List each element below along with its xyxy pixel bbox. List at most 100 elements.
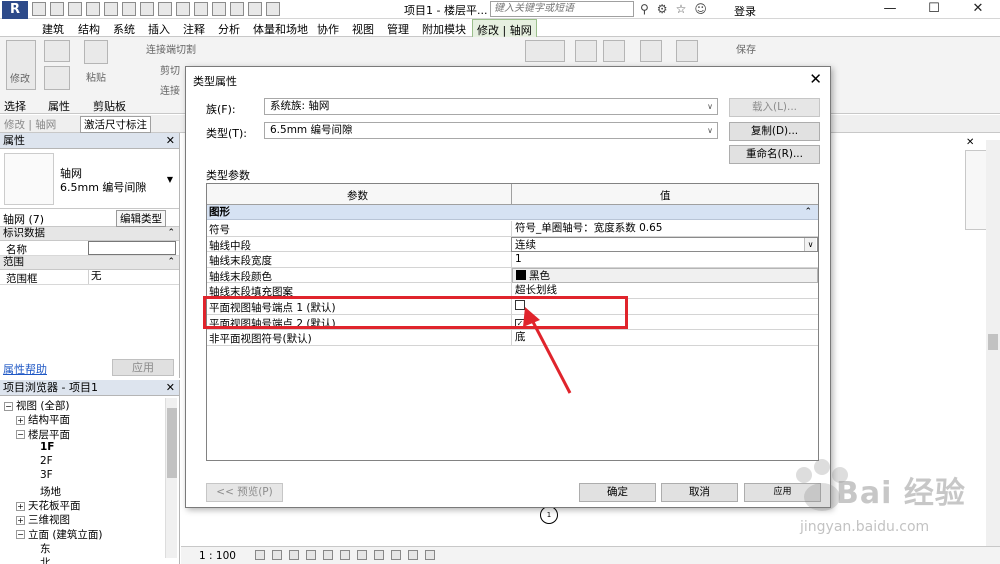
browser-item[interactable]: − 楼层平面 xyxy=(0,427,179,441)
name-input[interactable] xyxy=(88,241,176,255)
view-scale[interactable]: 1 : 100 xyxy=(199,550,236,562)
canvas-scrollbar[interactable] xyxy=(986,140,1000,550)
minimize-button[interactable]: — xyxy=(868,0,912,19)
apply-button[interactable]: 应用 xyxy=(112,359,174,376)
browser-item[interactable]: − 立面 (建筑立面) xyxy=(0,527,179,541)
expand-icon[interactable]: + xyxy=(16,501,25,511)
close-icon[interactable]: ✕ xyxy=(809,70,822,88)
chevron-down-icon[interactable]: ∨ xyxy=(707,123,713,138)
tab-insert[interactable]: 插入 xyxy=(148,21,170,37)
collapse-icon[interactable]: ⌃ xyxy=(167,227,175,240)
color-button[interactable]: 黑色 xyxy=(512,267,818,283)
shadows-icon[interactable] xyxy=(306,550,316,560)
group-select[interactable]: 选择 xyxy=(4,98,26,114)
tab-collaborate[interactable]: 协作 xyxy=(317,21,339,37)
reveal-hidden-icon[interactable] xyxy=(391,550,401,560)
offset-icon[interactable] xyxy=(575,40,597,62)
sync-icon[interactable] xyxy=(68,2,82,16)
chevron-down-icon[interactable]: ▼ xyxy=(167,175,173,184)
tab-massing[interactable]: 体量和场地 xyxy=(253,21,308,37)
highlight-displacement-icon[interactable] xyxy=(425,550,435,560)
cancel-button[interactable]: 取消 xyxy=(661,483,738,502)
browser-item[interactable]: 东 xyxy=(0,541,179,555)
tab-structure[interactable]: 结构 xyxy=(78,21,100,37)
close-icon[interactable]: ✕ xyxy=(166,133,175,148)
save-label[interactable]: 保存 xyxy=(736,41,756,56)
browser-item[interactable]: 3F xyxy=(0,469,179,483)
close-view-icon[interactable]: ✕ xyxy=(966,137,974,148)
scrollbar-thumb[interactable] xyxy=(167,408,177,478)
parameter-value[interactable]: 黑色 xyxy=(511,267,818,283)
subscription-icon[interactable]: ⚙ xyxy=(657,2,668,16)
load-button[interactable]: 载入(L)... xyxy=(729,98,820,117)
login-button[interactable]: 登录 xyxy=(734,3,756,19)
browser-scrollbar[interactable] xyxy=(165,398,177,558)
analytical-model-icon[interactable] xyxy=(408,550,418,560)
tab-analyze[interactable]: 分析 xyxy=(218,21,240,37)
tab-annotate[interactable]: 注释 xyxy=(183,21,205,37)
chevron-down-icon[interactable]: ∨ xyxy=(804,237,816,251)
preview-button[interactable]: << 预览(P) xyxy=(206,483,283,502)
browser-item[interactable]: 场地 xyxy=(0,484,179,498)
grid-head-bubble[interactable]: 1 xyxy=(540,506,558,524)
show-crop-icon[interactable] xyxy=(340,550,350,560)
rename-button[interactable]: 重命名(R)... xyxy=(729,145,820,164)
collapse-icon[interactable]: − xyxy=(16,530,25,540)
parameter-value[interactable]: 底 xyxy=(511,330,818,346)
close-icon[interactable]: ✕ xyxy=(166,380,175,395)
properties-icon[interactable] xyxy=(44,40,70,62)
visual-style-icon[interactable] xyxy=(272,550,282,560)
ok-button[interactable]: 确定 xyxy=(579,483,656,502)
duplicate-button[interactable]: 复制(D)... xyxy=(729,122,820,141)
align-icon[interactable] xyxy=(525,40,565,62)
join-label[interactable]: 连接 xyxy=(160,82,180,97)
browser-item[interactable]: 2F xyxy=(0,455,179,469)
collapse-icon[interactable]: ⌃ xyxy=(167,256,175,269)
tab-manage[interactable]: 管理 xyxy=(387,21,409,37)
column-divider[interactable] xyxy=(511,184,512,205)
browser-item[interactable]: − 视图 (全部) xyxy=(0,398,179,412)
redo-icon[interactable] xyxy=(104,2,118,16)
print-icon[interactable] xyxy=(122,2,136,16)
measure-icon[interactable] xyxy=(140,2,154,16)
expand-icon[interactable]: + xyxy=(16,415,25,425)
switch-windows-icon[interactable] xyxy=(266,2,280,16)
sun-path-icon[interactable] xyxy=(289,550,299,560)
user-icon[interactable]: ☺ xyxy=(694,2,707,16)
search-input[interactable]: 键入关键字或短语 xyxy=(490,1,634,17)
collapse-icon[interactable]: − xyxy=(4,401,13,411)
properties-help-link[interactable]: 属性帮助 xyxy=(3,361,47,377)
browser-item[interactable]: 1F xyxy=(0,441,179,455)
star-icon[interactable]: ☆ xyxy=(676,2,687,16)
text-icon[interactable] xyxy=(176,2,190,16)
parameter-value[interactable]: 连续 ∨ xyxy=(511,236,818,252)
open-icon[interactable] xyxy=(32,2,46,16)
section-icon[interactable] xyxy=(212,2,226,16)
scrollbar-thumb[interactable] xyxy=(988,334,998,350)
chevron-down-icon[interactable]: ∨ xyxy=(707,99,713,114)
paste-icon[interactable] xyxy=(84,40,108,64)
navigation-bar[interactable] xyxy=(965,150,987,230)
tab-architecture[interactable]: 建筑 xyxy=(42,21,64,37)
crop-view-icon[interactable] xyxy=(323,550,333,560)
collapse-icon[interactable]: − xyxy=(16,430,25,440)
instance-filter[interactable]: 轴网 (7) xyxy=(3,211,44,227)
scope-box-value[interactable]: 无 xyxy=(88,270,176,284)
filter-icon[interactable] xyxy=(676,40,698,62)
cut-geometry-label[interactable]: 连接端切割 xyxy=(146,41,196,56)
tab-addins[interactable]: 附加模块 xyxy=(422,21,466,37)
type-selector[interactable]: 轴网 6.5mm 编号间隙 ▼ xyxy=(0,149,179,209)
thin-lines-icon[interactable] xyxy=(230,2,244,16)
dimension-icon[interactable] xyxy=(158,2,172,16)
lock-3d-icon[interactable] xyxy=(357,550,367,560)
collapse-icon[interactable]: ⌃ xyxy=(804,205,812,219)
maximize-button[interactable]: ☐ xyxy=(912,0,956,19)
tab-modify-grids[interactable]: 修改 | 轴网 xyxy=(472,19,537,37)
parameter-value[interactable]: 符号_单圈轴号：宽度系数 0.65 xyxy=(511,221,818,236)
tab-systems[interactable]: 系统 xyxy=(113,21,135,37)
browser-item[interactable]: + 结构平面 xyxy=(0,412,179,426)
view-icon[interactable] xyxy=(640,40,662,62)
group-graphics[interactable]: 图形 ⌃ xyxy=(207,205,818,220)
edit-type-button[interactable]: 编辑类型 xyxy=(116,210,166,227)
browser-item[interactable]: + 三维视图 xyxy=(0,512,179,526)
